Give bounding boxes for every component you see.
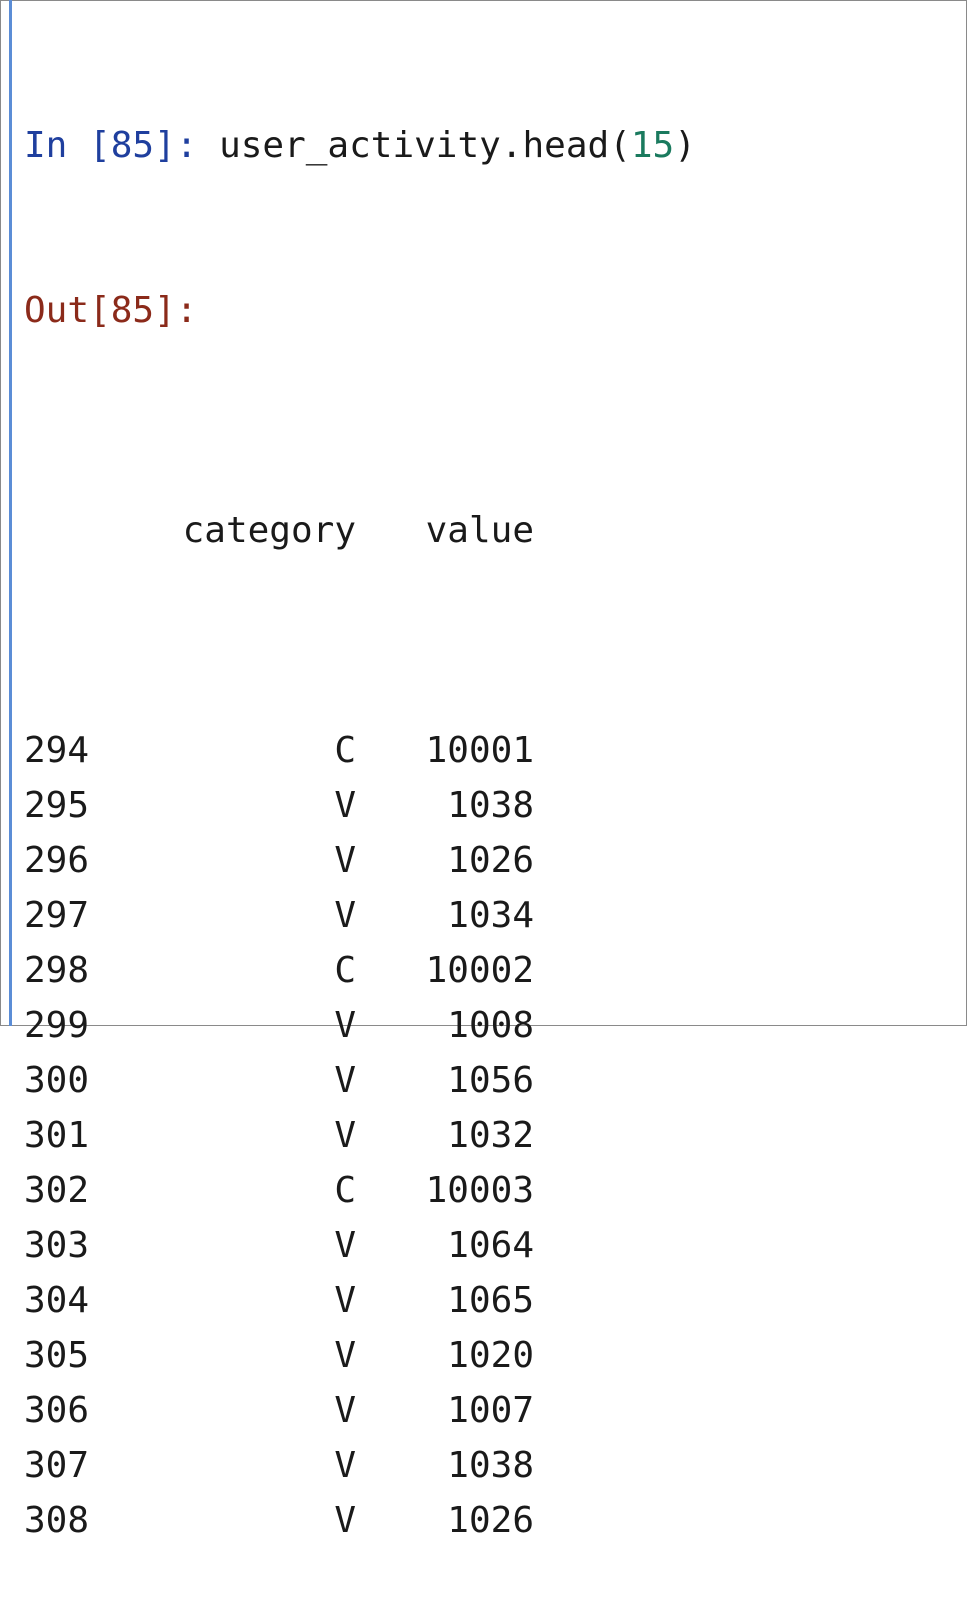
cell-category: V — [334, 840, 356, 881]
row-index: 302 — [24, 1170, 90, 1211]
table-row: 305 V 1020 — [24, 1328, 967, 1383]
table-row: 295 V 1038 — [24, 778, 967, 833]
cell-value: 1007 — [447, 1390, 534, 1431]
cell-category: C — [334, 1170, 356, 1211]
column-header-category: category — [182, 510, 356, 551]
table-row: 307 V 1038 — [24, 1438, 967, 1493]
cell-value: 1020 — [447, 1335, 534, 1376]
table-row: 306 V 1007 — [24, 1383, 967, 1438]
row-index: 298 — [24, 950, 90, 991]
row-index: 306 — [24, 1390, 90, 1431]
table-row: 304 V 1065 — [24, 1273, 967, 1328]
cell-category: V — [334, 1445, 356, 1486]
dataframe-header: category value — [24, 503, 967, 558]
cell-category: C — [334, 950, 356, 991]
console-output-area[interactable]: In [85]: user_activity.head(15) Out[85]:… — [24, 8, 967, 1603]
table-row: 294 C 10001 — [24, 723, 967, 778]
row-index: 297 — [24, 895, 90, 936]
cell-value: 1034 — [447, 895, 534, 936]
cell-category: V — [334, 1500, 356, 1541]
cell-value: 1064 — [447, 1225, 534, 1266]
row-index: 303 — [24, 1225, 90, 1266]
cell-value: 10003 — [425, 1170, 534, 1211]
cell-category: V — [334, 1390, 356, 1431]
row-index: 305 — [24, 1335, 90, 1376]
cell-value: 1038 — [447, 785, 534, 826]
cell-category: V — [334, 1335, 356, 1376]
code-suffix: ) — [674, 125, 696, 166]
table-row: 296 V 1026 — [24, 833, 967, 888]
output-line: Out[85]: — [24, 283, 967, 338]
table-row: 308 V 1026 — [24, 1493, 967, 1548]
cell-value: 1056 — [447, 1060, 534, 1101]
code-prefix: user_activity.head( — [197, 125, 631, 166]
cell-value: 1065 — [447, 1280, 534, 1321]
table-row: 298 C 10002 — [24, 943, 967, 998]
table-row: 303 V 1064 — [24, 1218, 967, 1273]
row-index: 294 — [24, 730, 90, 771]
dataframe-body: 294 C 10001 295 V 1038 296 V 1026 297 V 1034 298 C 100… — [24, 723, 967, 1548]
code-argument: 15 — [630, 125, 675, 166]
cell-category: C — [334, 730, 356, 771]
input-line: In [85]: user_activity.head(15) — [24, 118, 967, 173]
row-index: 304 — [24, 1280, 90, 1321]
column-header-value: value — [425, 510, 534, 551]
row-index: 308 — [24, 1500, 90, 1541]
cell-category: V — [334, 785, 356, 826]
cell-value: 1038 — [447, 1445, 534, 1486]
cell-gutter-marker — [9, 0, 12, 1026]
cell-value: 10001 — [425, 730, 534, 771]
row-index: 301 — [24, 1115, 90, 1156]
output-prompt: Out[85]: — [24, 290, 198, 331]
cell-value: 1032 — [447, 1115, 534, 1156]
input-prompt: In [85]: — [24, 125, 198, 166]
row-index: 296 — [24, 840, 90, 881]
cell-category: V — [334, 1280, 356, 1321]
cell-category: V — [334, 1225, 356, 1266]
table-row: 302 C 10003 — [24, 1163, 967, 1218]
cell-category: V — [334, 1060, 356, 1101]
row-index: 295 — [24, 785, 90, 826]
row-index: 300 — [24, 1060, 90, 1101]
table-row: 297 V 1034 — [24, 888, 967, 943]
cell-value: 1026 — [447, 840, 534, 881]
table-row: 300 V 1056 — [24, 1053, 967, 1108]
cell-value: 10002 — [425, 950, 534, 991]
cell-category: V — [334, 895, 356, 936]
cell-category: V — [334, 1115, 356, 1156]
cell-value: 1026 — [447, 1500, 534, 1541]
row-index: 307 — [24, 1445, 90, 1486]
table-row: 301 V 1032 — [24, 1108, 967, 1163]
